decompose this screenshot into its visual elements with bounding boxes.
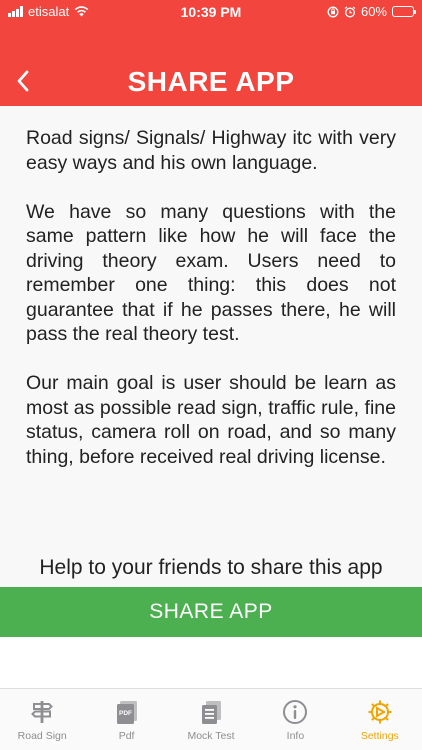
- tab-bar: Road Sign PDF Pdf Mock Test Info Setting…: [0, 688, 422, 750]
- tab-info[interactable]: Info: [253, 689, 337, 750]
- status-right: 60%: [327, 4, 416, 19]
- signpost-icon: [31, 701, 54, 723]
- orientation-lock-icon: [327, 6, 339, 17]
- tab-label: Settings: [360, 730, 399, 742]
- page-title: SHARE APP: [127, 66, 295, 97]
- alarm-icon: [344, 6, 356, 17]
- description-paragraph: Our main goal is user should be learn as…: [26, 372, 396, 468]
- content-area: Road signs/ Signals/ Highway itc with ve…: [0, 106, 422, 588]
- description-paragraph: We have so many questions with the same …: [26, 200, 396, 346]
- svg-text:PDF: PDF: [119, 710, 132, 717]
- app-header: etisalat 10:39 PM 60% SHARE APP: [0, 0, 422, 106]
- tab-mock-test[interactable]: Mock Test: [169, 689, 253, 750]
- tab-road-sign[interactable]: Road Sign: [0, 689, 84, 750]
- description-paragraph: Road signs/ Signals/ Highway itc with ve…: [26, 127, 396, 174]
- battery-icon: [392, 6, 416, 17]
- tab-label: Mock Test: [187, 730, 235, 742]
- description-text: Road signs/ Signals/ Highway itc with ve…: [26, 126, 396, 494]
- document-stack-icon: [202, 701, 222, 724]
- tab-label: Info: [286, 730, 305, 742]
- tab-settings[interactable]: Settings: [338, 689, 422, 750]
- tab-label: Road Sign: [17, 730, 67, 742]
- info-icon: [283, 700, 308, 724]
- help-text: Help to your friends to share this app: [39, 556, 383, 579]
- share-app-button[interactable]: SHARE APP: [0, 587, 422, 637]
- status-bar: etisalat 10:39 PM 60%: [0, 0, 422, 24]
- tab-pdf[interactable]: PDF Pdf: [84, 689, 168, 750]
- tab-label: Pdf: [118, 730, 135, 742]
- battery-percent: 60%: [360, 4, 387, 19]
- pdf-icon: PDF: [116, 701, 137, 724]
- gear-icon: [368, 700, 392, 724]
